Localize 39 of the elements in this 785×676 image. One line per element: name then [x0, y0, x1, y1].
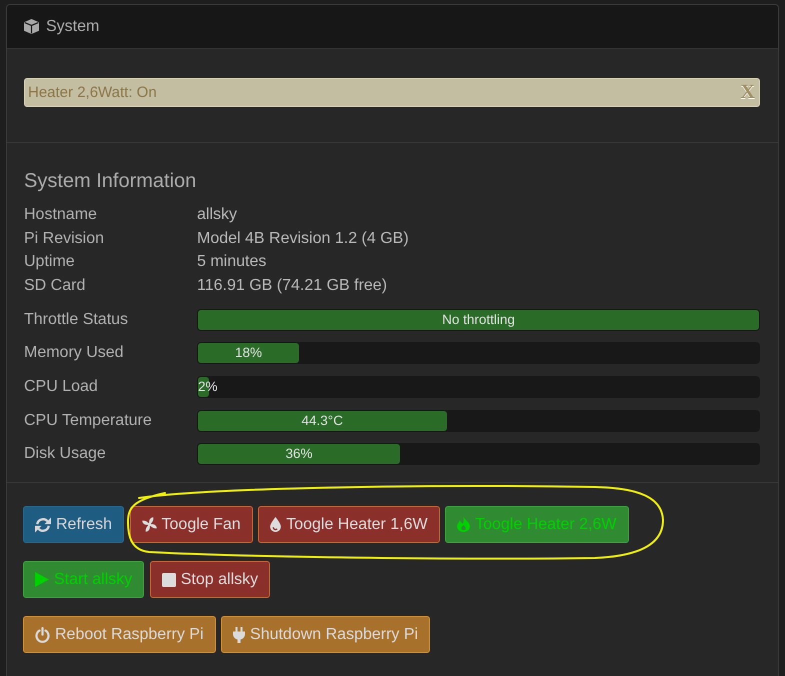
- start-button[interactable]: Start allsky: [23, 561, 144, 598]
- cube-icon: [24, 19, 39, 34]
- meter-reading: 36%: [285, 446, 312, 462]
- meter-label: Memory Used: [24, 344, 125, 362]
- info-label: Hostname: [24, 205, 98, 225]
- refresh-button[interactable]: Refresh: [23, 506, 124, 543]
- meter-label: Throttle Status: [24, 310, 130, 329]
- alert-message: Heater 2,6Watt: On: [28, 83, 157, 103]
- meter-reading: 18%: [234, 345, 262, 360]
- play-icon: [35, 572, 49, 587]
- info-value: 5 minutes: [197, 252, 268, 272]
- info-value: allsky: [197, 205, 238, 225]
- fan-icon: [142, 517, 157, 532]
- info-label: SD Card: [24, 276, 86, 296]
- drop-icon: [270, 517, 282, 532]
- meter-reading: 44.3°C: [302, 412, 343, 428]
- shutdown-button[interactable]: Shutdown Raspberry Pi: [221, 616, 430, 653]
- meter-reading: No throttling: [442, 312, 515, 327]
- meter-label: CPU Load: [24, 378, 99, 396]
- close-button[interactable]: X: [738, 82, 757, 103]
- stop-icon: [162, 572, 176, 586]
- power-icon: [35, 626, 50, 642]
- section-title: System Information: [24, 169, 198, 193]
- meter-reading: 2%: [198, 379, 218, 394]
- meter-label: Disk Usage: [24, 445, 107, 464]
- meter-label: CPU Temperature: [24, 412, 153, 430]
- refresh-icon: [35, 516, 51, 532]
- info-label: Pi Revision: [24, 228, 106, 249]
- plug-icon: [233, 626, 246, 642]
- heater-toggle-button[interactable]: Toogle Heater 2,6W: [445, 506, 629, 543]
- info-value: 116.91 GB (74.21 GB free): [197, 276, 388, 296]
- fan-toggle-button[interactable]: Toogle Fan: [130, 506, 253, 543]
- info-value: Model 4B Revision 1.2 (4 GB): [197, 228, 410, 249]
- info-label: Uptime: [24, 252, 76, 272]
- flame-icon: [457, 517, 470, 532]
- heater-toggle-button[interactable]: Toogle Heater 1,6W: [258, 506, 440, 543]
- reboot-button[interactable]: Reboot Raspberry Pi: [23, 616, 216, 653]
- panel-title: System: [46, 18, 100, 36]
- stop-button[interactable]: Stop allsky: [150, 561, 270, 598]
